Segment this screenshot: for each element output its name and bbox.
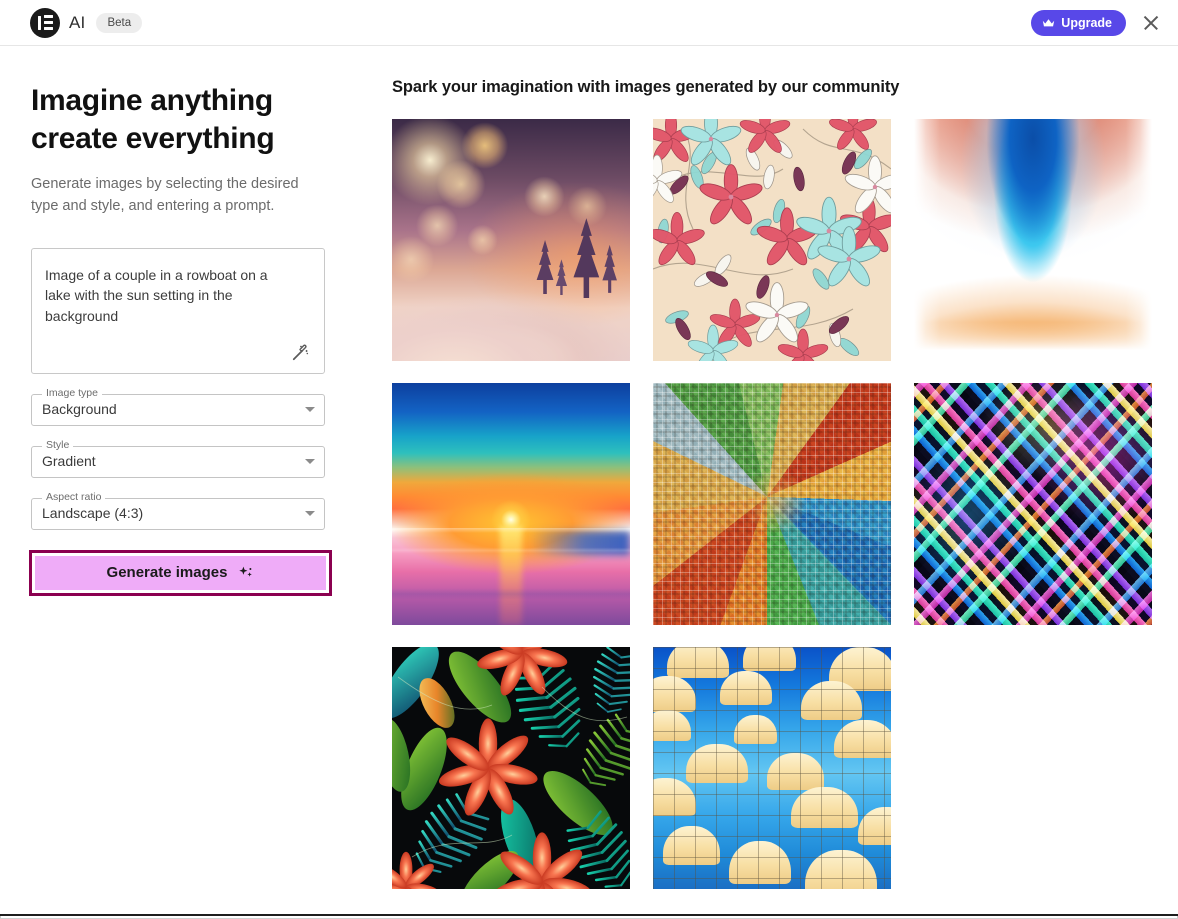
- magic-wand-icon[interactable]: [290, 343, 310, 363]
- controls-panel: Imagine anything create everything Gener…: [0, 46, 357, 914]
- prompt-text-value: Image of a couple in a rowboat on a lake…: [45, 266, 272, 325]
- aspect-ratio-select[interactable]: Aspect ratio Landscape (4:3): [31, 490, 325, 530]
- prompt-input[interactable]: Image of a couple in a rowboat on a lake…: [31, 247, 325, 374]
- gradient-side-fade: [914, 119, 1152, 361]
- footer-separator: [0, 914, 1178, 916]
- crown-icon: [1043, 18, 1055, 26]
- elementor-logo-icon: [30, 7, 60, 38]
- tiled-sky-with-clouds-art: [653, 647, 891, 889]
- community-gallery-grid: [392, 119, 1178, 889]
- page-title: Imagine anything create everything: [31, 82, 326, 159]
- sky-tile-grid: [653, 647, 891, 889]
- logo-vertical-bar: [37, 15, 41, 30]
- generate-images-highlight: Generate images: [29, 549, 332, 596]
- logo-horizontal-bars: [43, 15, 53, 30]
- generate-images-button[interactable]: Generate images: [35, 555, 326, 590]
- image-type-label: Image type: [42, 386, 102, 400]
- snow-bank: [392, 273, 630, 361]
- neon-diagonal-light-streaks-art: [914, 383, 1152, 625]
- page-title-line-2: create everything: [31, 122, 275, 156]
- pine-tree: [602, 244, 617, 293]
- gallery-tile-floral-pattern[interactable]: [653, 119, 891, 361]
- mosaic-tile-grid: [653, 383, 891, 625]
- chevron-down-icon: [305, 406, 315, 412]
- style-value: Gradient: [42, 452, 96, 469]
- brand-block: AI Beta: [30, 7, 143, 38]
- beta-badge: Beta: [96, 12, 143, 33]
- main-content: Imagine anything create everything Gener…: [0, 46, 1178, 914]
- page-title-line-1: Imagine anything: [31, 84, 273, 117]
- ocean-streaks: [392, 528, 630, 625]
- gallery-title: Spark your imagination with images gener…: [392, 78, 900, 96]
- floral-pattern-art: [653, 119, 891, 361]
- page-subtitle: Generate images by selecting the desired…: [31, 175, 299, 215]
- gallery-tile-tiled-sky-with-clouds[interactable]: [653, 647, 891, 889]
- gallery-tile-tropical-leaves-pattern[interactable]: [392, 647, 630, 889]
- gallery-tile-sunset-over-ocean[interactable]: [392, 383, 630, 625]
- style-select[interactable]: Style Gradient: [31, 438, 325, 478]
- winter-bokeh-snow-scene-art: [392, 119, 630, 361]
- header-actions: Upgrade: [1031, 9, 1162, 36]
- chevron-down-icon: [305, 510, 315, 516]
- sunset-over-ocean-art: [392, 383, 630, 625]
- colorful-mosaic-tiles-art: [653, 383, 891, 625]
- gallery-panel: Spark your imagination with images gener…: [357, 46, 1178, 914]
- tropical-pattern-svg: [392, 647, 630, 889]
- image-type-value: Background: [42, 400, 117, 417]
- sparkle-icon: [239, 566, 253, 577]
- generate-images-label: Generate images: [106, 564, 228, 582]
- v-shaped-gradient-art: [914, 119, 1152, 361]
- tropical-leaves-pattern-art: [392, 647, 630, 889]
- gallery-tile-colorful-mosaic-tiles[interactable]: [653, 383, 891, 625]
- aspect-ratio-label: Aspect ratio: [42, 490, 106, 504]
- upgrade-button[interactable]: Upgrade: [1031, 9, 1126, 36]
- aspect-ratio-value: Landscape (4:3): [42, 504, 144, 521]
- chevron-down-icon: [305, 458, 315, 464]
- close-icon[interactable]: [1140, 12, 1162, 34]
- app-header: AI Beta Upgrade: [0, 0, 1178, 46]
- app-title: AI: [69, 12, 86, 32]
- gallery-tile-neon-diagonal-light-streaks[interactable]: [914, 383, 1152, 625]
- gallery-tile-winter-bokeh-snow-scene[interactable]: [392, 119, 630, 361]
- floral-pattern-svg: [653, 119, 891, 361]
- upgrade-button-label: Upgrade: [1061, 15, 1112, 30]
- neon-glow-overlay: [914, 383, 1152, 625]
- image-type-select[interactable]: Image type Background: [31, 386, 325, 426]
- gallery-tile-v-shaped-gradient[interactable]: [914, 119, 1152, 361]
- style-label: Style: [42, 438, 74, 452]
